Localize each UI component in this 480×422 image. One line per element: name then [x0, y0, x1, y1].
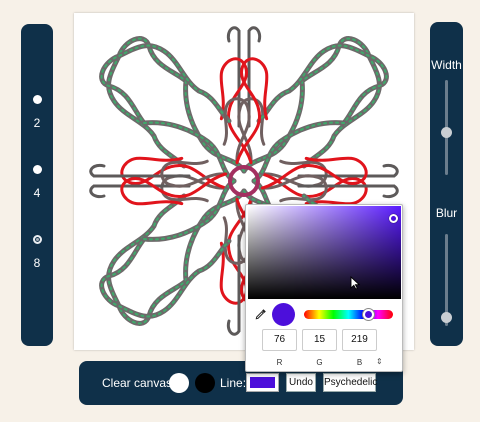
symmetry-option-4[interactable]: 4	[21, 165, 53, 200]
psychedelic-button[interactable]: Psychedelic	[323, 373, 377, 392]
clear-white-button[interactable]	[169, 373, 189, 393]
settings-panel: Width Blur	[430, 22, 463, 346]
symmetry-option-2[interactable]: 2	[21, 95, 53, 130]
hue-slider[interactable]	[304, 308, 393, 321]
width-slider-thumb[interactable]	[441, 127, 452, 139]
blue-label: B	[356, 358, 363, 367]
line-color-fill	[250, 377, 275, 388]
radio-dot-selected[interactable]	[32, 235, 42, 244]
symmetry-panel: 2 4 8	[21, 24, 53, 346]
line-color-button[interactable]	[246, 373, 279, 392]
green-input[interactable]: 15	[302, 329, 337, 351]
blue-input[interactable]: 219	[342, 329, 377, 351]
color-picker: 76 15 219 R G B ⇕	[245, 204, 403, 372]
symmetry-option-8[interactable]: 8	[21, 235, 53, 270]
width-label: Width	[431, 58, 462, 72]
saturation-value-area[interactable]	[248, 206, 401, 299]
clear-black-button[interactable]	[195, 373, 215, 393]
saturation-value-handle[interactable]	[389, 214, 398, 223]
symmetry-label: 8	[33, 256, 41, 270]
color-mode-toggle[interactable]: ⇕	[376, 357, 383, 366]
undo-button[interactable]: Undo	[286, 373, 316, 392]
blur-slider-thumb[interactable]	[441, 311, 452, 323]
eyedropper-icon[interactable]	[255, 308, 267, 320]
clear-canvas-label: Clear canvas:	[102, 376, 176, 390]
symmetry-label: 4	[33, 186, 41, 200]
mouse-cursor-icon	[350, 276, 361, 290]
blur-label: Blur	[435, 206, 458, 220]
green-label: G	[316, 358, 323, 367]
red-input[interactable]: 76	[262, 329, 297, 351]
radio-dot[interactable]	[32, 95, 42, 104]
line-label: Line:	[220, 376, 247, 390]
hue-slider-thumb[interactable]	[362, 308, 376, 321]
red-label: R	[276, 358, 283, 367]
symmetry-label: 2	[33, 116, 41, 130]
radio-dot[interactable]	[32, 165, 42, 174]
color-preview-swatch	[272, 303, 295, 326]
